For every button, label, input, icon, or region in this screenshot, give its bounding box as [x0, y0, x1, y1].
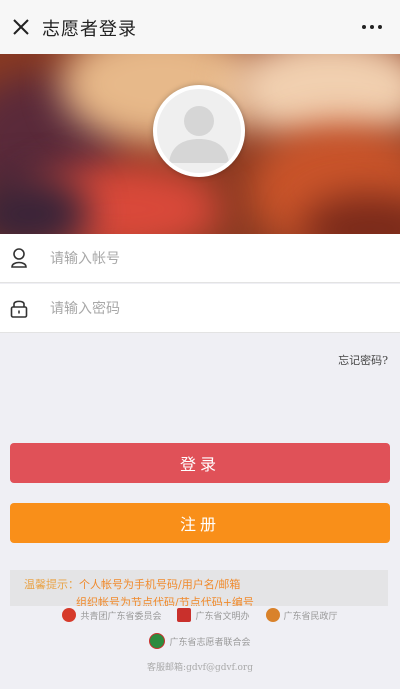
- default-avatar-icon: [157, 89, 241, 173]
- org-civilization-office: 广东省文明办: [177, 608, 250, 622]
- password-field-row: [0, 284, 400, 333]
- register-button[interactable]: 注册: [10, 503, 390, 543]
- profile-banner: [0, 54, 400, 234]
- top-bar: 志愿者登录: [0, 0, 400, 55]
- login-button[interactable]: 登录: [10, 443, 390, 483]
- footer-orgs: 共青团广东省委员会 广东省文明办 广东省民政厅: [0, 608, 400, 622]
- account-field-row: [0, 234, 400, 283]
- avatar[interactable]: [153, 85, 245, 177]
- footer-federation: 广东省志愿者联合会: [0, 633, 400, 649]
- tips-text-2: 组织帐号为节点代码/节点代码+编号: [76, 596, 254, 606]
- more-dot: [378, 25, 382, 29]
- password-input[interactable]: [48, 292, 382, 326]
- footer-contact: 客服邮箱:gdvf@gdvf.org: [147, 663, 253, 673]
- org-volunteer-federation: 广东省志愿者联合会: [149, 633, 251, 649]
- tips-label: 温馨提示：: [24, 578, 79, 591]
- account-input[interactable]: [48, 242, 382, 276]
- tips-box: 温馨提示：个人帐号为手机号码/用户名/邮箱 组织帐号为节点代码/节点代码+编号: [10, 570, 388, 606]
- close-icon[interactable]: [10, 16, 32, 38]
- more-icon[interactable]: [362, 25, 382, 29]
- lock-icon: [9, 297, 29, 319]
- org-name: 广东省民政厅: [283, 611, 338, 622]
- org-name: 共青团广东省委员会: [80, 611, 162, 622]
- tips-text-1: 个人帐号为手机号码/用户名/邮箱: [79, 578, 241, 591]
- org-civil-affairs: 广东省民政厅: [265, 608, 338, 622]
- volunteer-federation-logo-icon: [149, 633, 166, 649]
- page-title: 志愿者登录: [42, 19, 137, 40]
- civilization-office-logo-icon: [177, 608, 192, 622]
- user-icon: [9, 247, 29, 269]
- youth-league-logo-icon: [62, 608, 77, 622]
- more-dot: [362, 25, 366, 29]
- civil-affairs-logo-icon: [265, 608, 280, 622]
- forgot-password-link[interactable]: 忘记密码?: [338, 352, 388, 368]
- org-youth-league: 共青团广东省委员会: [62, 608, 161, 622]
- tips-line-1: 温馨提示：个人帐号为手机号码/用户名/邮箱: [24, 576, 388, 594]
- org-name: 广东省志愿者联合会: [169, 637, 251, 648]
- org-name: 广东省文明办: [195, 611, 250, 622]
- tips-line-2: 组织帐号为节点代码/节点代码+编号: [24, 594, 388, 606]
- more-dot: [370, 25, 374, 29]
